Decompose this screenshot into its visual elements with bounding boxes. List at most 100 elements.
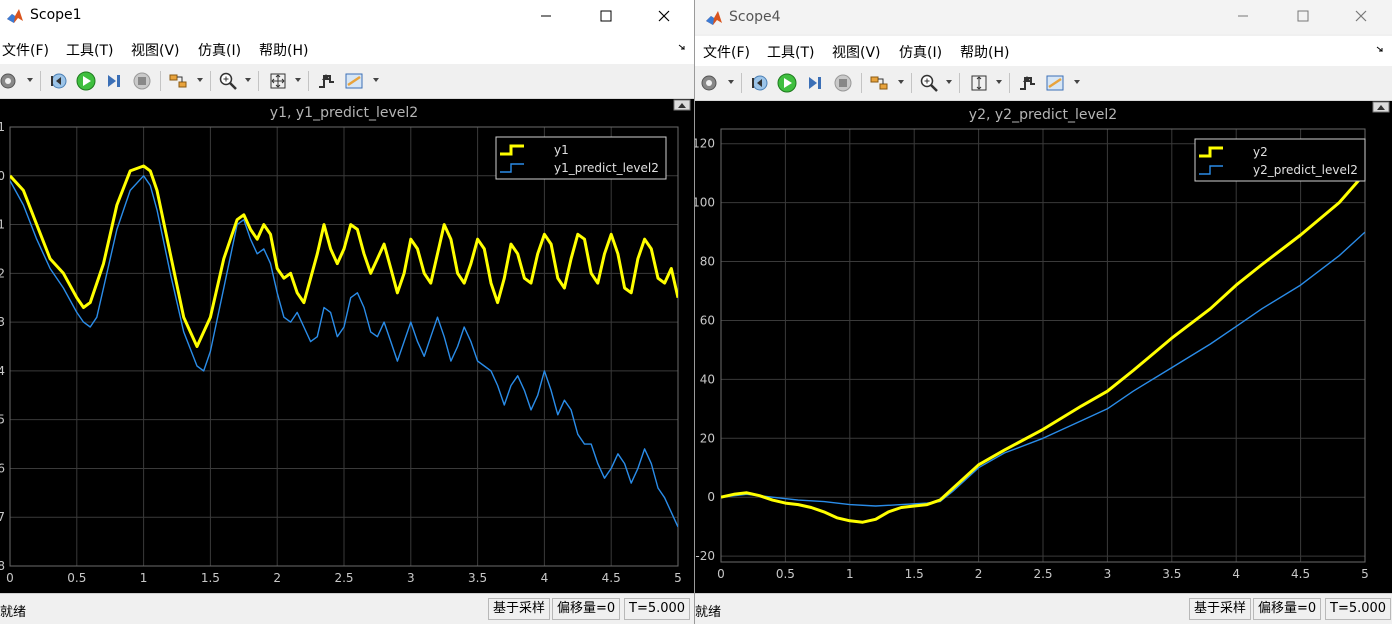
x-tick-label: 0 (717, 567, 725, 581)
menu-file[interactable]: 文件(F) (703, 42, 750, 62)
toolbar-separator (959, 73, 960, 93)
plot-area[interactable]: y1, y1_predict_level2 0 0.5 1 1.5 2 2.5 3 3.5 4 4.… (0, 99, 694, 593)
chart-legend[interactable]: y1 y1_predict_level2 (495, 136, 667, 180)
x-tick-label: 2 (273, 571, 281, 585)
cursor-measurements-button[interactable] (342, 69, 366, 93)
x-tick-label: 4.5 (1291, 567, 1310, 581)
zoom-button[interactable] (216, 69, 240, 93)
minimize-button[interactable] (516, 0, 576, 32)
y-tick-label: -6 (0, 461, 5, 475)
maximize-button[interactable] (576, 0, 636, 32)
y-tick-label: 80 (700, 255, 715, 269)
highlight-block-button[interactable] (867, 71, 891, 95)
chevron-down-icon[interactable] (26, 76, 34, 84)
highlight-block-button[interactable] (166, 69, 190, 93)
y-tick-label: 100 (695, 196, 715, 210)
status-sampling: 基于采样 (1189, 598, 1252, 620)
maximize-axes-icon[interactable] (1372, 101, 1390, 113)
x-tick-label: 2.5 (1033, 567, 1052, 581)
menu-simulation[interactable]: 仿真(I) (899, 42, 942, 62)
menu-simulation[interactable]: 仿真(I) (198, 40, 241, 60)
menu-view[interactable]: 视图(V) (131, 40, 180, 60)
chevron-down-icon[interactable] (897, 78, 905, 86)
x-tick-label: 0 (6, 571, 14, 585)
step-forward-icon (108, 75, 120, 87)
x-tick-label: 1.5 (201, 571, 220, 585)
autoscale-icon (971, 75, 987, 91)
toolbar-separator (40, 71, 41, 91)
x-tick-label: 5 (674, 571, 682, 585)
trigger-button[interactable] (314, 69, 338, 93)
chevron-down-icon[interactable] (294, 76, 302, 84)
x-tick-label: 1.5 (905, 567, 924, 581)
toolbar (0, 64, 694, 99)
trigger-icon (1020, 76, 1035, 90)
trigger-button[interactable] (1015, 71, 1039, 95)
title-bar[interactable]: Scope1 (0, 0, 694, 34)
menu-tools[interactable]: 工具(T) (66, 40, 113, 60)
undock-arrow-icon[interactable] (1376, 45, 1386, 55)
autoscale-button[interactable] (967, 71, 991, 95)
y-tick-label: -20 (695, 549, 715, 563)
close-button[interactable] (634, 0, 694, 32)
stop-icon (133, 72, 151, 90)
cursor-measurements-button[interactable] (1043, 71, 1067, 95)
toolbar (695, 66, 1392, 101)
x-tick-label: 4 (541, 571, 549, 585)
status-offset: 偏移量=0 (1253, 598, 1322, 620)
step-back-button[interactable] (747, 71, 771, 95)
status-ready: 就绪 (695, 605, 722, 620)
menu-bar: 文件(F) 工具(T) 视图(V) 仿真(I) 帮助(H) (695, 36, 1392, 66)
zoom-button[interactable] (917, 71, 941, 95)
maximize-button[interactable] (1273, 0, 1333, 32)
stop-button[interactable] (831, 71, 855, 95)
y-tick-label: 120 (695, 137, 715, 151)
maximize-axes-icon[interactable] (673, 99, 691, 111)
settings-button[interactable] (0, 69, 20, 93)
chevron-down-icon[interactable] (1073, 78, 1081, 86)
y-tick-label: -2 (0, 266, 5, 280)
autoscale-button[interactable] (266, 69, 290, 93)
y-tick-label: 1 (0, 120, 5, 134)
measurement-icon (1046, 75, 1064, 91)
window-title: Scope1 (30, 7, 82, 23)
step-forward-button[interactable] (803, 71, 827, 95)
y-tick-label: 0 (707, 490, 715, 504)
chevron-down-icon[interactable] (727, 78, 735, 86)
chevron-down-icon[interactable] (244, 76, 252, 84)
chevron-down-icon[interactable] (372, 76, 380, 84)
y-tick-label: -8 (0, 559, 5, 573)
run-button[interactable] (74, 69, 98, 93)
plot-area[interactable]: y2, y2_predict_level2 0 0.5 1 1.5 2 2.5 3 3.5 4 4.… (695, 101, 1392, 593)
minimize-button[interactable] (1213, 0, 1273, 32)
chevron-down-icon[interactable] (196, 76, 204, 84)
status-bar: 就绪 基于采样 偏移量=0 T=5.000 (695, 593, 1392, 624)
maximize-icon (600, 10, 612, 22)
stop-button[interactable] (130, 69, 154, 93)
menu-file[interactable]: 文件(F) (2, 40, 49, 60)
chart-title: y1, y1_predict_level2 (270, 105, 418, 121)
chart-legend[interactable]: y2 y2_predict_level2 (1194, 138, 1366, 182)
toolbar-separator (308, 71, 309, 91)
close-button[interactable] (1331, 0, 1391, 32)
undock-arrow-icon[interactable] (678, 43, 688, 53)
step-back-button[interactable] (46, 69, 70, 93)
settings-button[interactable] (697, 71, 721, 95)
menu-view[interactable]: 视图(V) (832, 42, 881, 62)
menu-help[interactable]: 帮助(H) (259, 40, 308, 60)
chevron-down-icon[interactable] (945, 78, 953, 86)
y-tick-label: 40 (700, 372, 715, 386)
x-tick-label: 0.5 (67, 571, 86, 585)
step-forward-button[interactable] (102, 69, 126, 93)
menu-help[interactable]: 帮助(H) (960, 42, 1009, 62)
run-button[interactable] (775, 71, 799, 95)
x-tick-label: 3 (407, 571, 415, 585)
y-tick-label: -4 (0, 364, 5, 378)
status-time: T=5.000 (1325, 598, 1392, 620)
chevron-down-icon[interactable] (995, 78, 1003, 86)
title-bar[interactable]: Scope4 (695, 0, 1392, 34)
legend-label: y1_predict_level2 (554, 161, 659, 175)
matlab-logo-icon (7, 9, 23, 23)
y-tick-label: -5 (0, 413, 5, 427)
menu-tools[interactable]: 工具(T) (767, 42, 814, 62)
